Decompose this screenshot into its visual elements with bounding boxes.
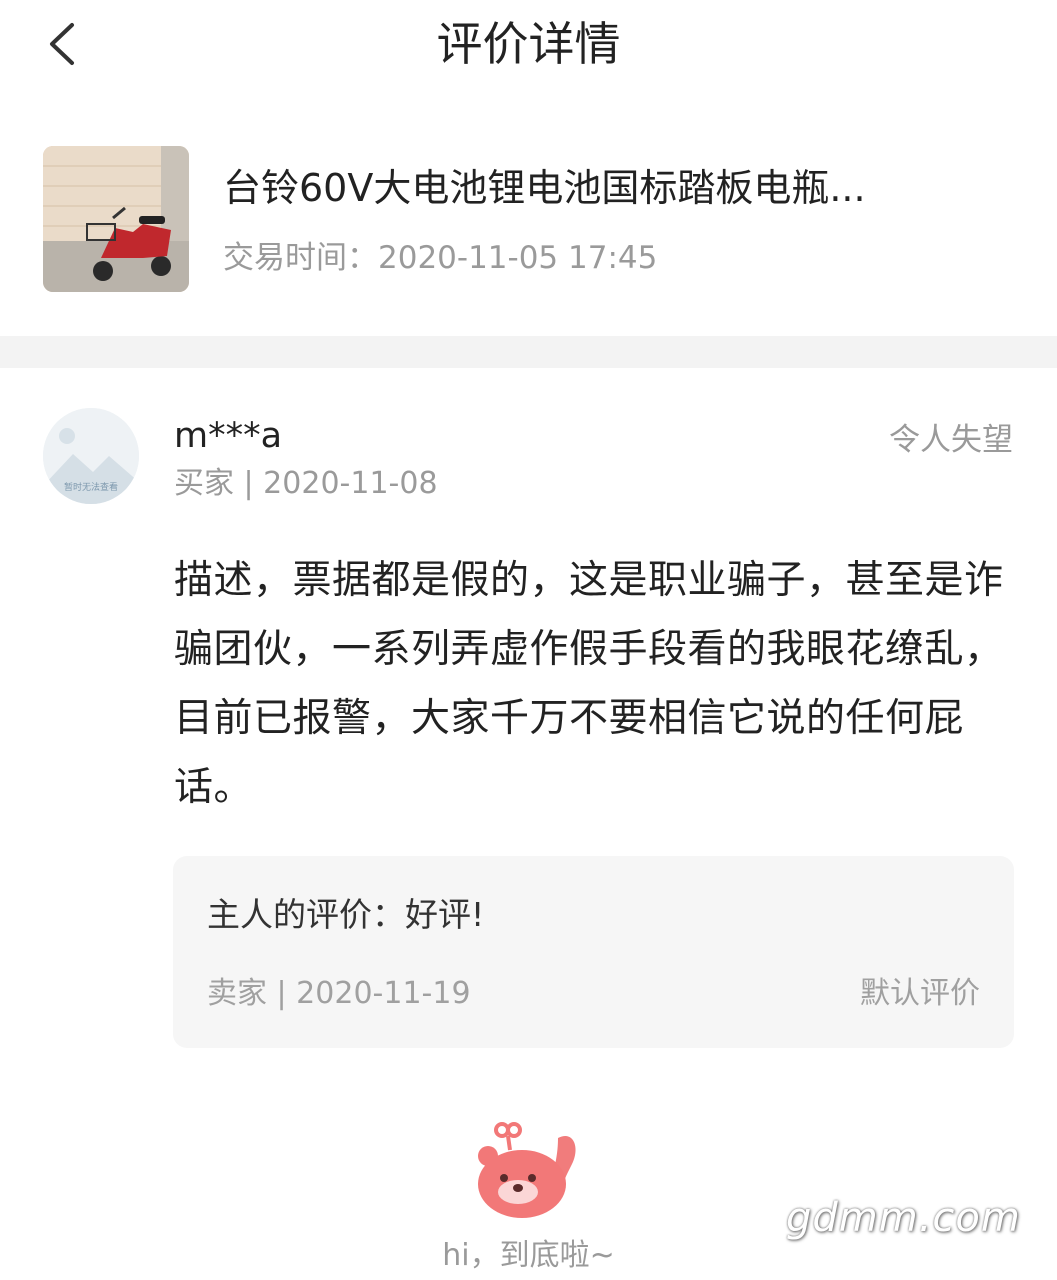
watermark: gdmm.com [786, 1195, 1021, 1241]
review-text: 描述，票据都是假的，这是职业骗子，甚至是诈骗团伙，一系列弄虚作假手段看的我眼花缭… [174, 558, 1004, 810]
product-card[interactable]: 台铃60V大电池锂电池国标踏板电瓶... 交易时间：2020-11-05 17:… [0, 128, 1057, 308]
seller-reply: 主人的评价：好评! 卖家 | 2020-11-19 默认评价 [173, 856, 1014, 1048]
rating-label: 令人失望 [889, 422, 1013, 458]
product-name: 台铃60V大电池锂电池国标踏板电瓶... [223, 166, 866, 210]
scooter-photo [43, 146, 189, 292]
trade-time: 交易时间：2020-11-05 17:45 [223, 240, 658, 276]
mascot-icon [470, 1118, 586, 1222]
product-thumbnail[interactable] [43, 146, 189, 292]
reply-tag: 默认评价 [860, 976, 980, 1011]
reply-text: 主人的评价：好评! [207, 895, 485, 934]
avatar[interactable]: 暂时无法查看 [43, 408, 139, 504]
section-divider [0, 336, 1057, 368]
page-title: 评价详情 [436, 17, 621, 71]
reply-meta: 卖家 | 2020-11-19 [207, 976, 471, 1011]
reviewer-name: m***a [174, 416, 283, 456]
avatar-caption: 暂时无法查看 [64, 481, 118, 493]
image-placeholder-icon: 暂时无法查看 [43, 408, 139, 504]
reviewer-meta: 买家 | 2020-11-08 [174, 466, 438, 501]
top-bar: 评价详情 [0, 0, 1057, 100]
